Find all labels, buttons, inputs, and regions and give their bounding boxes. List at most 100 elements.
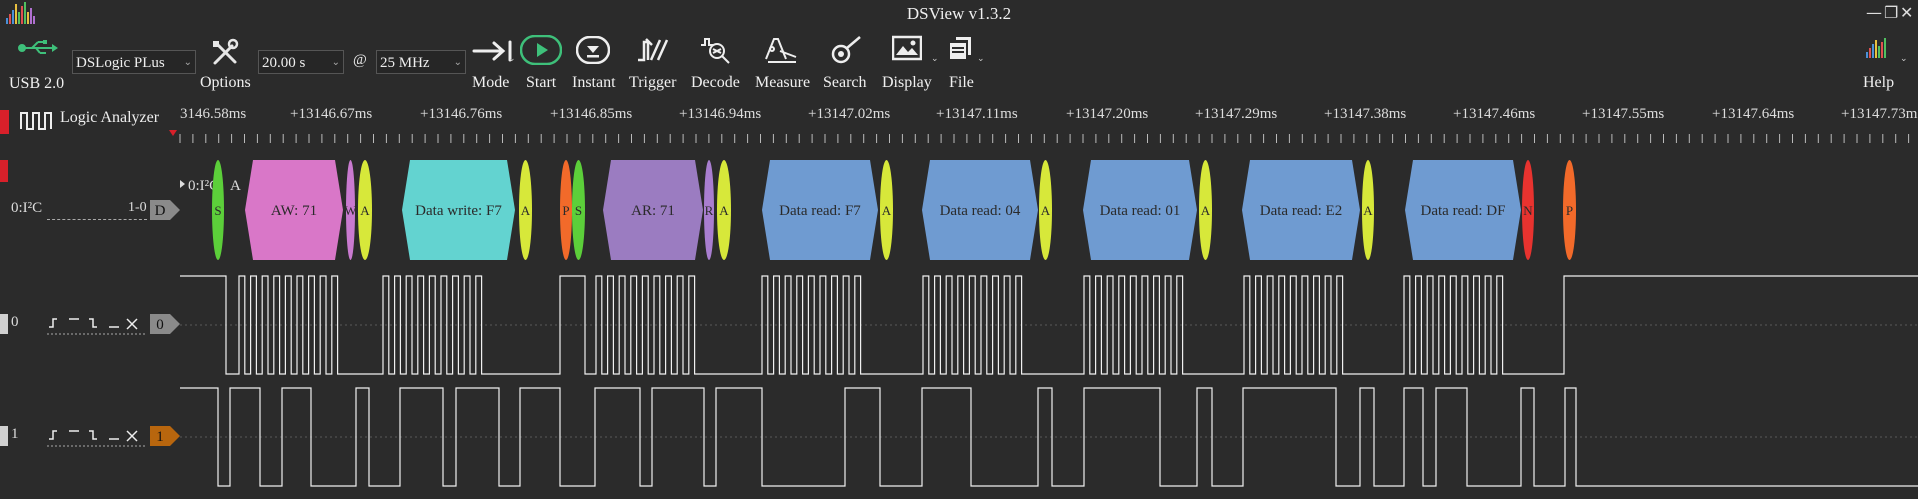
decoder-badge[interactable]: D — [150, 200, 180, 220]
decoder-annotation[interactable]: A — [880, 160, 893, 260]
title-bar: DSView v1.3.2 — ❐ ✕ — [0, 0, 1918, 28]
ch1-badge[interactable]: 1 — [150, 426, 180, 446]
decoder-annotation[interactable]: Data read: DF — [1405, 160, 1521, 260]
chevron-down-icon: ⌄ — [331, 57, 340, 68]
decoder-annotation-label: Data write: F7 — [415, 203, 502, 219]
chevron-down-icon: ⌄ — [508, 54, 516, 64]
measure-label: Measure — [755, 74, 811, 91]
file-label: File — [949, 74, 974, 91]
decoder-annotation-label: A — [1041, 203, 1051, 218]
usb-label: USB 2.0 — [9, 75, 65, 92]
decoder-annotation-label: P — [1566, 203, 1573, 218]
app-title: DSView v1.3.2 — [906, 4, 1012, 23]
decoder-annotation[interactable]: P — [560, 160, 572, 260]
chevron-down-icon: ⌄ — [977, 54, 985, 64]
display-label: Display — [882, 74, 932, 91]
at-symbol: @ — [353, 52, 367, 68]
measure-icon — [765, 38, 797, 63]
decoder-annotation-label: R — [705, 203, 714, 218]
search-label: Search — [823, 74, 867, 91]
start-label: Start — [526, 74, 557, 91]
waveform-area[interactable]: D 0 1 0:I²C A S AW: 71 W A Data write: F7 A P S… — [0, 148, 1918, 499]
decode-label: Decode — [691, 74, 740, 91]
decoder-annotation[interactable]: A — [1039, 160, 1052, 260]
device-select[interactable]: DSLogic PLus ⌄ — [72, 50, 196, 74]
decoder-annotation[interactable]: Data write: F7 — [402, 160, 515, 260]
decoder-annotation-label: A — [719, 203, 729, 218]
decoder-annotation-label: Data read: F7 — [779, 203, 861, 219]
decoder-badge-label: D — [155, 203, 166, 219]
decoder-annotation[interactable]: A — [358, 160, 372, 260]
decoder-annotation-label: A — [882, 203, 892, 218]
decoder-annotation[interactable]: S — [572, 160, 585, 260]
instant-label: Instant — [572, 74, 616, 91]
decoder-annotation[interactable]: A — [717, 160, 731, 260]
decoder-annotation[interactable]: W — [344, 160, 357, 260]
timeline-ruler[interactable]: Logic Analyzer 3146.58ms +13146.67ms +1314… — [0, 98, 1918, 148]
folder-icon — [950, 37, 971, 59]
display-image-icon — [892, 35, 922, 61]
play-icon — [520, 35, 562, 65]
decoder-annotation-label: W — [344, 203, 357, 218]
ch0-badge[interactable]: 0 — [150, 314, 180, 334]
decoder-annotation-label: AR: 71 — [631, 203, 675, 219]
decoder-annotation-label: S — [214, 203, 221, 218]
restore-button[interactable]: ❐ — [1884, 3, 1898, 22]
decoder-annotation-label: A — [1201, 203, 1211, 218]
decoder-annotation-label: N — [1523, 203, 1533, 218]
decoder-annotation-label: Data read: E2 — [1260, 203, 1342, 219]
trigger-icon — [638, 38, 669, 62]
help-logo-icon — [1866, 38, 1886, 58]
decoder-annotation[interactable]: Data read: 01 — [1083, 160, 1197, 260]
duration-select[interactable]: 20.00 s ⌄ — [258, 50, 344, 74]
decoder-annotation-label: A — [521, 203, 531, 218]
decoder-annotation-label: AW: 71 — [271, 203, 317, 219]
decoder-row-tag: A — [230, 178, 241, 194]
decoder-annotation-label: A — [360, 203, 370, 218]
options-label: Options — [200, 74, 251, 91]
decoder-annotation-label: S — [575, 203, 582, 218]
decode-icon — [701, 38, 730, 64]
minimize-button[interactable]: — — [1866, 3, 1882, 22]
ch1-badge-label: 1 — [156, 429, 164, 445]
decoder-annotation[interactable]: Data read: 04 — [922, 160, 1038, 260]
decoder-annotation-label: Data read: 01 — [1100, 203, 1181, 219]
eject-circle-icon — [576, 36, 610, 64]
decoder-annotation[interactable]: AR: 71 — [603, 160, 703, 260]
decoder-annotation[interactable]: R — [704, 160, 714, 260]
search-icon — [831, 36, 861, 64]
decoder-annotation[interactable]: S — [212, 160, 224, 260]
decoder-annotation-label: Data read: DF — [1421, 203, 1506, 219]
chevron-down-icon: ⌄ — [1900, 54, 1908, 64]
ruler-ticks — [169, 130, 1910, 143]
decoder-annotation[interactable]: A — [1199, 160, 1212, 260]
decoder-annotation[interactable]: N — [1522, 160, 1534, 260]
chevron-down-icon: ⌄ — [453, 57, 462, 68]
samplerate-value: 25 MHz — [380, 55, 430, 71]
decoder-annotation-label: A — [1363, 203, 1373, 218]
ch0-waveform — [180, 275, 1918, 375]
decoder-annotation[interactable]: Data read: E2 — [1242, 160, 1360, 260]
toolbar: USB 2.0 DSLogic PLus ⌄ Options 20.00 s ⌄ @… — [0, 28, 1918, 98]
cursor-marker-icon[interactable] — [169, 130, 177, 136]
decoder-annotation[interactable]: Data read: F7 — [762, 160, 878, 260]
help-label: Help — [1863, 74, 1895, 91]
decoder-annotation[interactable]: A — [519, 160, 532, 260]
trigger-label: Trigger — [629, 74, 677, 91]
device-value: DSLogic PLus — [76, 55, 165, 71]
wrench-screwdriver-icon — [213, 38, 239, 65]
decoder-annotation-label: P — [562, 203, 569, 218]
decoder-annotation-label: Data read: 04 — [940, 203, 1021, 219]
chevron-down-icon: ⌄ — [931, 54, 939, 64]
usb-icon — [18, 40, 58, 54]
chevron-down-icon: ⌄ — [183, 57, 192, 68]
samplerate-select[interactable]: 25 MHz ⌄ — [376, 50, 466, 74]
duration-value: 20.00 s — [262, 55, 306, 71]
mode-label: Mode — [472, 74, 510, 91]
close-button[interactable]: ✕ — [1900, 3, 1913, 22]
decoder-annotation[interactable]: A — [1362, 160, 1374, 260]
decoder-annotation[interactable]: P — [1563, 160, 1576, 260]
expand-arrow-icon[interactable] — [180, 180, 185, 188]
ch0-badge-label: 0 — [156, 317, 164, 333]
decoder-annotation[interactable]: AW: 71 — [245, 160, 343, 260]
